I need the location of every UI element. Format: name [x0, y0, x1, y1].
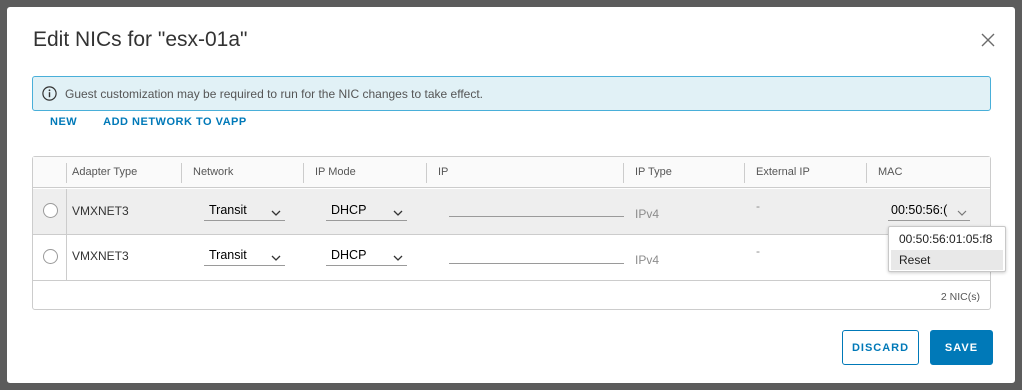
chevron-down-icon	[271, 206, 281, 216]
table-row[interactable]: VMXNET3 Transit DHCP IPv4 - 00:50:56:(	[33, 189, 990, 235]
column-header-ip-type[interactable]: IP Type	[635, 157, 672, 188]
table-row[interactable]: VMXNET3 Transit DHCP IPv4 -	[33, 235, 990, 281]
column-header-adapter-type[interactable]: Adapter Type	[72, 157, 137, 188]
row-divider	[66, 189, 67, 234]
alert-text: Guest customization may be required to r…	[65, 86, 483, 101]
mac-select[interactable]: 00:50:56:(	[888, 199, 970, 221]
chevron-down-icon	[393, 206, 403, 216]
info-icon	[42, 86, 57, 101]
save-button[interactable]: SAVE	[930, 330, 993, 365]
column-divider	[426, 163, 427, 183]
nics-grid: Adapter Type Network IP Mode IP IP Type …	[32, 156, 991, 310]
ip-type-cell: IPv4	[635, 253, 660, 267]
chevron-down-icon	[271, 251, 281, 261]
column-header-external-ip[interactable]: External IP	[756, 157, 810, 188]
external-ip-cell: -	[756, 244, 760, 258]
network-select[interactable]: Transit	[204, 244, 285, 266]
column-header-mac[interactable]: MAC	[878, 157, 902, 188]
column-header-ip-mode[interactable]: IP Mode	[315, 157, 356, 188]
column-divider	[66, 163, 67, 183]
discard-button[interactable]: DISCARD	[842, 330, 919, 365]
grid-footer: 2 NIC(s)	[33, 281, 990, 310]
mac-option-reset[interactable]: Reset	[891, 250, 1003, 270]
network-select-value: Transit	[209, 203, 247, 217]
add-network-to-vapp-button[interactable]: ADD NETWORK TO VAPP	[103, 116, 247, 128]
nic-count: 2 NIC(s)	[940, 291, 980, 303]
ip-type-cell: IPv4	[635, 207, 660, 221]
mac-dropdown-menu: 00:50:56:01:05:f8 Reset	[888, 226, 1006, 272]
row-divider	[66, 235, 67, 280]
chevron-down-icon	[393, 251, 403, 261]
column-divider	[744, 163, 745, 183]
ip-mode-select[interactable]: DHCP	[326, 244, 407, 266]
column-divider	[623, 163, 624, 183]
edit-nics-dialog: Edit NICs for "esx-01a" Guest customizat…	[7, 7, 1015, 383]
column-header-network[interactable]: Network	[193, 157, 233, 188]
adapter-type-cell: VMXNET3	[72, 204, 129, 218]
chevron-down-icon	[957, 206, 967, 216]
grid-actions: NEW ADD NETWORK TO VAPP	[50, 116, 247, 128]
column-divider	[866, 163, 867, 183]
ip-input[interactable]	[449, 195, 624, 217]
column-divider	[181, 163, 182, 183]
dialog-title: Edit NICs for "esx-01a"	[33, 28, 248, 51]
network-select-value: Transit	[209, 248, 247, 262]
ip-mode-select[interactable]: DHCP	[326, 199, 407, 221]
row-select-radio[interactable]	[43, 249, 58, 264]
grid-header: Adapter Type Network IP Mode IP IP Type …	[33, 157, 990, 188]
close-icon[interactable]	[981, 33, 995, 47]
mac-select-value: 00:50:56:(	[891, 203, 948, 217]
new-button[interactable]: NEW	[50, 116, 77, 128]
adapter-type-cell: VMXNET3	[72, 249, 129, 263]
ip-mode-select-value: DHCP	[331, 248, 367, 262]
column-header-ip[interactable]: IP	[438, 157, 448, 188]
ip-input[interactable]	[449, 242, 624, 264]
column-divider	[303, 163, 304, 183]
mac-option-address[interactable]: 00:50:56:01:05:f8	[891, 229, 1003, 249]
external-ip-cell: -	[756, 199, 760, 213]
network-select[interactable]: Transit	[204, 199, 285, 221]
ip-mode-select-value: DHCP	[331, 203, 367, 217]
info-alert: Guest customization may be required to r…	[32, 76, 991, 111]
row-select-radio[interactable]	[43, 203, 58, 218]
